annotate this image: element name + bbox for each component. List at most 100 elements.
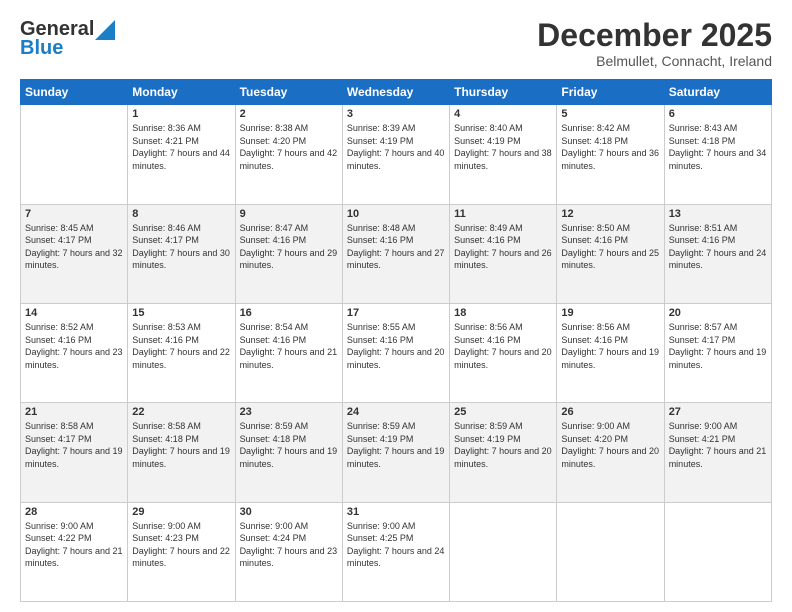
week-row-2: 7 Sunrise: 8:45 AMSunset: 4:17 PMDaylight…: [21, 204, 772, 303]
location: Belmullet, Connacht, Ireland: [537, 53, 772, 69]
day-info: Sunrise: 9:00 AMSunset: 4:21 PMDaylight:…: [669, 420, 767, 470]
day-number: 8: [132, 208, 230, 220]
day-cell: 29 Sunrise: 9:00 AMSunset: 4:23 PMDayligh…: [128, 502, 235, 601]
day-info: Sunrise: 8:55 AMSunset: 4:16 PMDaylight:…: [347, 321, 445, 371]
day-cell: 7 Sunrise: 8:45 AMSunset: 4:17 PMDaylight…: [21, 204, 128, 303]
day-cell: 26 Sunrise: 9:00 AMSunset: 4:20 PMDayligh…: [557, 403, 664, 502]
day-number: 27: [669, 406, 767, 418]
day-cell: 10 Sunrise: 8:48 AMSunset: 4:16 PMDayligh…: [342, 204, 449, 303]
logo-triangle-icon: [95, 20, 115, 40]
logo-blue-text: Blue: [20, 37, 63, 60]
day-info: Sunrise: 8:59 AMSunset: 4:19 PMDaylight:…: [454, 420, 552, 470]
day-cell: [21, 105, 128, 204]
day-number: 2: [240, 108, 338, 120]
col-header-monday: Monday: [128, 80, 235, 105]
day-info: Sunrise: 8:47 AMSunset: 4:16 PMDaylight:…: [240, 222, 338, 272]
week-row-4: 21 Sunrise: 8:58 AMSunset: 4:17 PMDayligh…: [21, 403, 772, 502]
day-number: 29: [132, 506, 230, 518]
day-cell: 24Sunrise: 8:59 AMSunset: 4:19 PMDayligh…: [342, 403, 449, 502]
day-cell: 19Sunrise: 8:56 AMSunset: 4:16 PMDayligh…: [557, 303, 664, 402]
page: General Blue December 2025 Belmullet, Co…: [0, 0, 792, 612]
day-number: 1: [132, 108, 230, 120]
col-header-tuesday: Tuesday: [235, 80, 342, 105]
day-number: 7: [25, 208, 123, 220]
col-header-saturday: Saturday: [664, 80, 771, 105]
day-info: Sunrise: 8:39 AMSunset: 4:19 PMDaylight:…: [347, 122, 445, 172]
day-cell: 25 Sunrise: 8:59 AMSunset: 4:19 PMDayligh…: [450, 403, 557, 502]
day-info: Sunrise: 8:48 AMSunset: 4:16 PMDaylight:…: [347, 222, 445, 272]
day-number: 15: [132, 307, 230, 319]
day-number: 26: [561, 406, 659, 418]
col-header-sunday: Sunday: [21, 80, 128, 105]
day-cell: 27 Sunrise: 9:00 AMSunset: 4:21 PMDayligh…: [664, 403, 771, 502]
calendar-table: SundayMondayTuesdayWednesdayThursdayFrid…: [20, 79, 772, 602]
day-cell: 20 Sunrise: 8:57 AMSunset: 4:17 PMDayligh…: [664, 303, 771, 402]
day-cell: 4Sunrise: 8:40 AMSunset: 4:19 PMDaylight…: [450, 105, 557, 204]
day-number: 19: [561, 307, 659, 319]
day-number: 22: [132, 406, 230, 418]
day-info: Sunrise: 9:00 AMSunset: 4:25 PMDaylight:…: [347, 520, 445, 570]
col-header-thursday: Thursday: [450, 80, 557, 105]
day-cell: [450, 502, 557, 601]
day-number: 5: [561, 108, 659, 120]
day-cell: [557, 502, 664, 601]
week-row-1: 1 Sunrise: 8:36 AMSunset: 4:21 PMDaylight…: [21, 105, 772, 204]
day-number: 11: [454, 208, 552, 220]
day-info: Sunrise: 8:59 AMSunset: 4:18 PMDaylight:…: [240, 420, 338, 470]
day-number: 21: [25, 406, 123, 418]
day-number: 28: [25, 506, 123, 518]
week-row-3: 14 Sunrise: 8:52 AMSunset: 4:16 PMDayligh…: [21, 303, 772, 402]
day-cell: 30 Sunrise: 9:00 AMSunset: 4:24 PMDayligh…: [235, 502, 342, 601]
day-number: 25: [454, 406, 552, 418]
day-info: Sunrise: 8:56 AMSunset: 4:16 PMDaylight:…: [454, 321, 552, 371]
day-number: 24: [347, 406, 445, 418]
day-info: Sunrise: 8:45 AMSunset: 4:17 PMDaylight:…: [25, 222, 123, 272]
day-number: 23: [240, 406, 338, 418]
day-info: Sunrise: 8:57 AMSunset: 4:17 PMDaylight:…: [669, 321, 767, 371]
day-info: Sunrise: 9:00 AMSunset: 4:23 PMDaylight:…: [132, 520, 230, 570]
day-cell: 9 Sunrise: 8:47 AMSunset: 4:16 PMDaylight…: [235, 204, 342, 303]
day-cell: 21 Sunrise: 8:58 AMSunset: 4:17 PMDayligh…: [21, 403, 128, 502]
col-header-wednesday: Wednesday: [342, 80, 449, 105]
day-cell: 28 Sunrise: 9:00 AMSunset: 4:22 PMDayligh…: [21, 502, 128, 601]
day-cell: 23 Sunrise: 8:59 AMSunset: 4:18 PMDayligh…: [235, 403, 342, 502]
day-cell: 12Sunrise: 8:50 AMSunset: 4:16 PMDayligh…: [557, 204, 664, 303]
day-number: 10: [347, 208, 445, 220]
day-number: 9: [240, 208, 338, 220]
day-info: Sunrise: 8:52 AMSunset: 4:16 PMDaylight:…: [25, 321, 123, 371]
day-number: 30: [240, 506, 338, 518]
day-info: Sunrise: 9:00 AMSunset: 4:24 PMDaylight:…: [240, 520, 338, 570]
day-info: Sunrise: 9:00 AMSunset: 4:22 PMDaylight:…: [25, 520, 123, 570]
day-cell: 13Sunrise: 8:51 AMSunset: 4:16 PMDayligh…: [664, 204, 771, 303]
day-cell: 18Sunrise: 8:56 AMSunset: 4:16 PMDayligh…: [450, 303, 557, 402]
day-info: Sunrise: 8:58 AMSunset: 4:18 PMDaylight:…: [132, 420, 230, 470]
day-cell: 31Sunrise: 9:00 AMSunset: 4:25 PMDayligh…: [342, 502, 449, 601]
day-info: Sunrise: 8:54 AMSunset: 4:16 PMDaylight:…: [240, 321, 338, 371]
day-info: Sunrise: 9:00 AMSunset: 4:20 PMDaylight:…: [561, 420, 659, 470]
day-cell: [664, 502, 771, 601]
day-info: Sunrise: 8:53 AMSunset: 4:16 PMDaylight:…: [132, 321, 230, 371]
day-number: 6: [669, 108, 767, 120]
day-info: Sunrise: 8:58 AMSunset: 4:17 PMDaylight:…: [25, 420, 123, 470]
day-cell: 5 Sunrise: 8:42 AMSunset: 4:18 PMDaylight…: [557, 105, 664, 204]
day-cell: 2Sunrise: 8:38 AMSunset: 4:20 PMDaylight…: [235, 105, 342, 204]
col-header-friday: Friday: [557, 80, 664, 105]
day-number: 12: [561, 208, 659, 220]
day-cell: 16 Sunrise: 8:54 AMSunset: 4:16 PMDayligh…: [235, 303, 342, 402]
day-cell: 1 Sunrise: 8:36 AMSunset: 4:21 PMDaylight…: [128, 105, 235, 204]
day-number: 20: [669, 307, 767, 319]
day-number: 16: [240, 307, 338, 319]
month-title: December 2025: [537, 18, 772, 53]
day-info: Sunrise: 8:43 AMSunset: 4:18 PMDaylight:…: [669, 122, 767, 172]
day-number: 14: [25, 307, 123, 319]
header: General Blue December 2025 Belmullet, Co…: [20, 18, 772, 69]
day-info: Sunrise: 8:36 AMSunset: 4:21 PMDaylight:…: [132, 122, 230, 172]
day-number: 13: [669, 208, 767, 220]
day-cell: 11Sunrise: 8:49 AMSunset: 4:16 PMDayligh…: [450, 204, 557, 303]
title-block: December 2025 Belmullet, Connacht, Irela…: [537, 18, 772, 69]
day-number: 3: [347, 108, 445, 120]
day-cell: 14 Sunrise: 8:52 AMSunset: 4:16 PMDayligh…: [21, 303, 128, 402]
day-cell: 8 Sunrise: 8:46 AMSunset: 4:17 PMDaylight…: [128, 204, 235, 303]
day-info: Sunrise: 8:42 AMSunset: 4:18 PMDaylight:…: [561, 122, 659, 172]
day-info: Sunrise: 8:46 AMSunset: 4:17 PMDaylight:…: [132, 222, 230, 272]
